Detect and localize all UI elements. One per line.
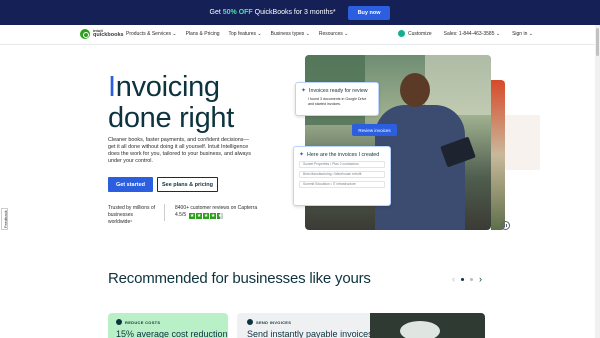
pause-icon[interactable] [501,221,510,230]
invoice-row: Sunset Properties • Plan 2 contractors [299,161,385,168]
invoices-ready-body: I found 3 documents in Google Drive and … [308,97,367,106]
nav-products-services[interactable]: Products & Services ⌄ [126,31,177,37]
sparkle-icon: ✦ [301,88,307,94]
send-invoices-icon [247,319,253,325]
promo-text: Get 50% OFF QuickBooks for 3 months* [210,9,336,16]
buy-now-button[interactable]: Buy now [347,5,391,20]
scrollbar-thumb[interactable] [596,28,599,56]
review-invoices-button[interactable]: Review invoices [352,124,397,136]
quickbooks-logo[interactable]: intuit quickbooks [80,29,124,39]
headline-first-letter: I [108,71,116,103]
feedback-label: Feedback [3,210,8,228]
customize-label: Customize [408,30,432,37]
chevron-left-icon[interactable]: ‹ [452,275,455,284]
headline-rest: nvoicing [115,71,220,103]
invoice-row: Bela Manufacturing • Warehouse retrofit [299,171,385,178]
customize-icon [398,30,405,37]
trust-divider [164,204,165,221]
invoices-ready-card: ✦ Invoices ready for review I found 3 do… [295,82,379,116]
reduce-costs-label: REDUCE COSTS [125,319,161,325]
sparkle-icon: ✦ [299,152,305,158]
invoices-ready-title: Invoices ready for review [309,87,368,94]
star-icon: ★ [189,212,196,219]
page-scrollbar[interactable] [595,25,600,338]
nav-business-types[interactable]: Business types ⌄ [271,31,310,37]
headline-line2: done right [108,102,234,134]
promo-prefix: Get [209,9,223,16]
rating-stars: ★ ★ ★ ★ ★ [189,212,224,219]
promo-suffix: QuickBooks for 3 months* [252,9,336,16]
hero-side-image [491,80,505,230]
carousel-dot[interactable] [461,278,464,281]
get-started-button[interactable]: Get started [108,177,153,192]
promo-banner: Get 50% OFF QuickBooks for 3 months* Buy… [0,0,600,25]
hero-side-image-faded [505,115,540,170]
top-navigation: intuit quickbooks Products & Services ⌄ … [0,25,600,45]
recommended-section-title: Recommended for businesses like yours [108,270,371,287]
hero-description: Cleaner books, faster payments, and conf… [108,137,251,164]
invoices-created-title: Here are the invoices I created [307,151,380,158]
hero-headline: Invoicing done right [108,72,234,134]
reduce-costs-icon [116,319,122,325]
nav-right: Customize Sales: 1-844-463-3585 ⌄ Sign i… [398,30,533,37]
chevron-right-icon[interactable]: › [479,275,482,284]
invoices-created-card: ✦ Here are the invoices I created Sunset… [293,146,391,206]
invoice-row: Summit Education • IT infrastructure [299,181,385,188]
nav-plans-pricing[interactable]: Plans & Pricing [186,31,220,37]
sales-phone-link[interactable]: Sales: 1-844-463-3585 ⌄ [444,31,500,37]
see-plans-pricing-button[interactable]: See plans & pricing [157,177,218,192]
nav-resources[interactable]: Resources ⌄ [319,31,348,37]
trust-statement: Trusted by millions of businesses worldw… [108,205,156,225]
nav-links: Products & Services ⌄ Plans & Pricing To… [126,31,348,37]
quickbooks-logo-icon [80,29,90,39]
reduce-costs-heading: 15% average cost reduction [116,329,228,338]
half-star-icon: ★ [217,212,224,219]
promo-highlight: 50% OFF [222,9,253,16]
reduce-costs-card[interactable]: REDUCE COSTS 15% average cost reduction [108,313,228,338]
sign-in-link[interactable]: Sign in ⌄ [512,31,533,37]
star-icon: ★ [203,212,210,219]
customize-button[interactable]: Customize [398,30,432,37]
star-icon: ★ [210,212,217,219]
carousel-controls: ‹ › [452,275,482,284]
star-icon: ★ [196,212,203,219]
send-invoices-image [370,313,485,338]
rating-block: 8400+ customer reviews on Capterra 4.5/5… [175,205,257,219]
reviews-text: 8400+ customer reviews on Capterra [175,205,258,211]
carousel-dot[interactable] [470,278,473,281]
send-invoices-label: SEND INVOICES [256,319,292,325]
rating-score: 4.5/5 [175,212,187,218]
logo-quickbooks-text: quickbooks [93,32,124,39]
nav-top-features[interactable]: Top features ⌄ [229,31,262,37]
